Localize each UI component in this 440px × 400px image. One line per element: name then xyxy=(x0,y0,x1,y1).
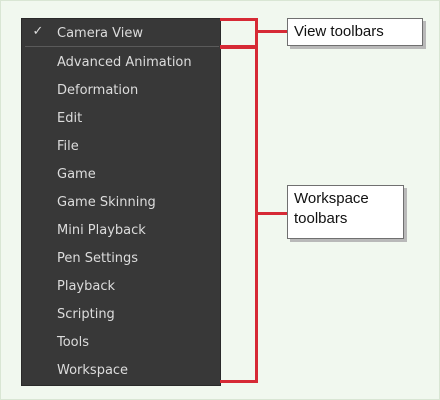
menu-item-label: Game Skinning xyxy=(57,194,156,210)
menu-item-tools[interactable]: Tools xyxy=(22,328,222,356)
workspace-toolbars-label-line2: toolbars xyxy=(294,210,348,227)
menu-item-scripting[interactable]: Scripting xyxy=(22,300,222,328)
view-toolbars-callout: View toolbars xyxy=(287,18,423,46)
menu-item-game-skinning[interactable]: Game Skinning xyxy=(22,188,222,216)
menu-item-camera-view[interactable]: ✓ Camera View xyxy=(22,19,222,47)
view-toolbars-label: View toolbars xyxy=(294,23,384,40)
menu-item-label: Edit xyxy=(57,110,83,126)
menu-item-label: Game xyxy=(57,166,96,182)
menu-item-label: Tools xyxy=(57,334,90,350)
workspace-toolbars-callout: Workspace toolbars xyxy=(287,185,404,239)
workspace-toolbars-label-line1: Workspace xyxy=(294,190,369,207)
menu-item-mini-playback[interactable]: Mini Playback xyxy=(22,216,222,244)
toolbars-context-menu: ✓ Camera View Advanced Animation Deforma… xyxy=(21,18,221,386)
menu-item-advanced-animation[interactable]: Advanced Animation xyxy=(22,48,222,76)
menu-item-label: File xyxy=(57,138,79,154)
menu-item-label: Workspace xyxy=(57,362,129,378)
workspace-toolbars-connector xyxy=(256,212,287,215)
menu-item-pen-settings[interactable]: Pen Settings xyxy=(22,244,222,272)
menu-item-deformation[interactable]: Deformation xyxy=(22,76,222,104)
menu-item-playback[interactable]: Playback xyxy=(22,272,222,300)
check-icon: ✓ xyxy=(32,24,44,39)
menu-item-label: Mini Playback xyxy=(57,222,146,238)
menu-item-label: Deformation xyxy=(57,82,139,98)
menu-separator xyxy=(25,46,219,47)
menu-item-game[interactable]: Game xyxy=(22,160,222,188)
view-toolbars-bracket xyxy=(220,18,258,48)
menu-item-label: Advanced Animation xyxy=(57,54,192,70)
menu-item-label: Camera View xyxy=(57,25,143,41)
menu-item-label: Pen Settings xyxy=(57,250,139,266)
workspace-toolbars-bracket xyxy=(220,46,258,383)
menu-item-label: Playback xyxy=(57,278,116,294)
menu-item-label: Scripting xyxy=(57,306,115,322)
view-toolbars-connector xyxy=(256,30,287,33)
menu-item-edit[interactable]: Edit xyxy=(22,104,222,132)
menu-item-workspace[interactable]: Workspace xyxy=(22,356,222,384)
menu-item-file[interactable]: File xyxy=(22,132,222,160)
